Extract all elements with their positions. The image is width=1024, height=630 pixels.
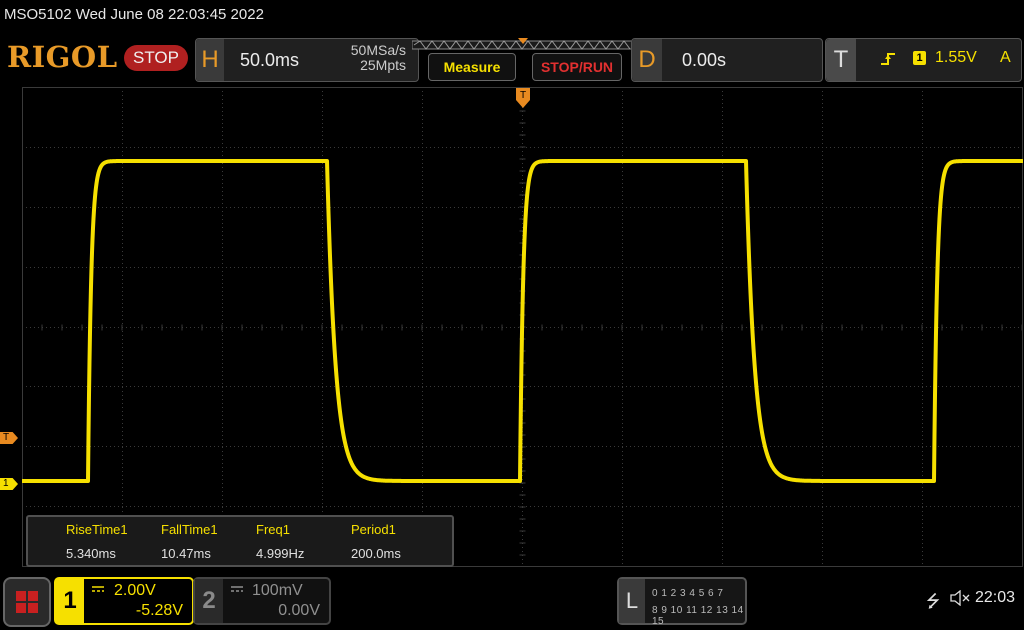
logic-channels-row-2: 8 9 10 11 12 13 14 15 — [652, 605, 744, 627]
measurement-name: FallTime1 — [161, 522, 218, 537]
home-menu-button[interactable] — [3, 577, 51, 627]
measurement-value: 10.47ms — [161, 546, 211, 561]
usb-icon: ⭍ — [926, 592, 941, 611]
ch2-channel-panel[interactable]: 2 100mV 0.00V — [193, 577, 331, 625]
ch1-offset: -5.28V — [135, 602, 183, 619]
grid-menu-icon — [16, 591, 38, 613]
ch1-trace — [22, 159, 1023, 483]
ch2-label: 2 — [195, 579, 223, 623]
measurement-panel[interactable]: RiseTime1 5.340ms FallTime1 10.47ms Freq… — [26, 515, 454, 567]
delay-label: D — [632, 39, 662, 81]
ch2-offset: 0.00V — [278, 602, 320, 619]
trigger-label: T — [826, 39, 856, 81]
measurement-item: RiseTime1 5.340ms — [66, 522, 128, 561]
measurement-name: Freq1 — [256, 522, 290, 537]
measurement-value: 200.0ms — [351, 546, 401, 561]
waveform-display[interactable] — [22, 87, 1023, 567]
memory-depth: 25Mpts — [360, 57, 406, 73]
horizontal-panel[interactable]: H 50.0ms 50MSa/s 25Mpts — [195, 38, 419, 82]
measurement-name: Period1 — [351, 522, 396, 537]
trigger-level: 1.55V — [935, 49, 977, 66]
trigger-source-badge: 1 — [913, 51, 926, 65]
dc-coupling-icon — [231, 586, 243, 592]
logic-label: L — [619, 579, 645, 623]
measurement-item: FallTime1 10.47ms — [161, 522, 218, 561]
measurement-item: Freq1 4.999Hz — [256, 522, 304, 561]
clock: 22:03 — [975, 589, 1016, 606]
ch1-ground-marker[interactable]: 1 — [0, 478, 18, 490]
ch2-scale: 100mV — [252, 582, 303, 599]
svg-text:T: T — [520, 90, 526, 101]
stop-run-button[interactable]: STOP/RUN — [532, 53, 622, 81]
trigger-panel[interactable]: T 1 1.55V A — [825, 38, 1022, 82]
measurement-value: 4.999Hz — [256, 546, 305, 561]
dc-coupling-icon — [92, 586, 104, 592]
trigger-mode: A — [1000, 49, 1011, 66]
delay-panel[interactable]: D 0.00s — [631, 38, 823, 82]
measurement-value: 5.340ms — [66, 546, 116, 561]
sample-info: 50MSa/s 25Mpts — [351, 43, 406, 73]
trigger-level-marker[interactable]: T — [0, 432, 18, 444]
memory-position-bar — [412, 38, 634, 50]
horizontal-label: H — [196, 39, 224, 81]
ch1-label: 1 — [56, 579, 84, 623]
logic-analyzer-panel[interactable]: L 0 1 2 3 4 5 6 7 8 9 10 11 12 13 14 15 — [617, 577, 747, 627]
sample-rate: 50MSa/s — [350, 42, 406, 58]
logic-channels-row-1: 0 1 2 3 4 5 6 7 — [652, 588, 724, 599]
run-status-badge: STOP — [124, 45, 188, 71]
bottom-bar: 1 2.00V -5.28V 2 100mV 0.00V L 0 1 2 3 4… — [0, 570, 1024, 630]
measure-button[interactable]: Measure — [428, 53, 516, 81]
ch1-scale: 2.00V — [114, 582, 156, 599]
trigger-position-marker-icon: T — [516, 88, 530, 108]
ch1-channel-panel[interactable]: 1 2.00V -5.28V — [54, 577, 194, 625]
timebase-scale: 50.0ms — [240, 50, 300, 70]
measurement-item: Period1 200.0ms — [351, 522, 401, 561]
rising-edge-icon — [881, 53, 895, 65]
top-bar: MSO5102 Wed June 08 22:03:45 2022 RIGOL … — [0, 0, 1024, 86]
delay-value: 0.00s — [682, 50, 727, 70]
measurement-name: RiseTime1 — [66, 522, 128, 537]
rigol-logo: RIGOL — [7, 40, 118, 74]
ch1-waveform — [22, 159, 1023, 483]
speaker-muted-icon[interactable] — [950, 590, 970, 606]
device-title: MSO5102 Wed June 08 22:03:45 2022 — [4, 6, 264, 23]
